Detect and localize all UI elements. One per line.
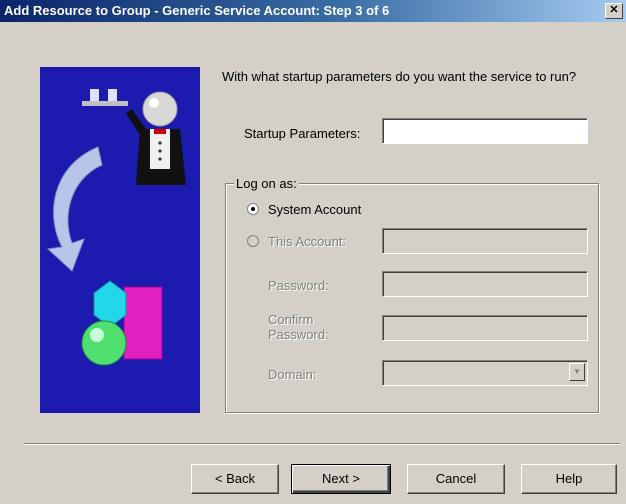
domain-label: Domain: [268,367,317,382]
this-account-radio[interactable] [247,235,259,247]
system-account-radio[interactable] [247,203,259,215]
wizard-illustration [40,67,200,413]
cancel-button[interactable]: Cancel [407,464,505,494]
startup-parameters-input[interactable] [382,118,588,144]
next-button[interactable]: Next > [291,464,391,494]
confirm-password-label-line1: Confirm [268,312,314,327]
password-label: Password: [268,278,329,293]
confirm-password-input[interactable] [382,315,588,341]
startup-question: With what startup parameters do you want… [222,69,577,84]
this-account-label[interactable]: This Account: [268,234,346,249]
help-button[interactable]: Help [521,464,617,494]
window-title: Add Resource to Group - Generic Service … [4,3,390,18]
butler-illustration [46,89,186,366]
confirm-password-label-line2: Password: [268,327,329,342]
close-icon[interactable]: ✕ [605,3,623,19]
logon-group-label: Log on as: [234,176,299,191]
domain-select[interactable]: ▼ [382,360,588,386]
startup-parameters-label: Startup Parameters: [244,126,361,141]
button-separator [24,443,620,445]
password-input[interactable] [382,271,588,297]
chevron-down-icon[interactable]: ▼ [569,363,585,381]
this-account-input[interactable] [382,228,588,254]
back-button[interactable]: < Back [191,464,279,494]
title-bar: Add Resource to Group - Generic Service … [0,0,626,22]
system-account-label[interactable]: System Account [268,202,361,217]
